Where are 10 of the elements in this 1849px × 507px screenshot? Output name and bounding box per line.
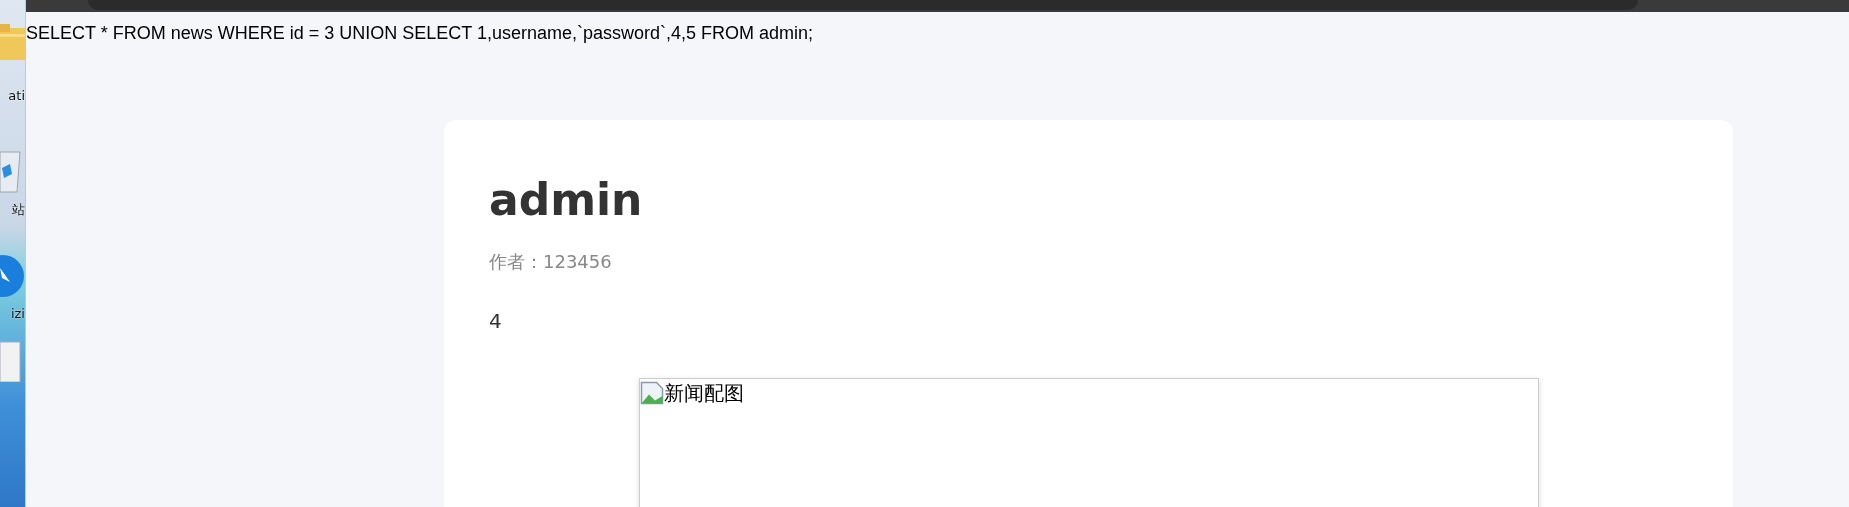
article-body-text: 4: [489, 308, 503, 334]
desktop-icon-label: 站: [12, 202, 25, 218]
article-author: 作者：123456: [489, 250, 613, 274]
desktop-icon-label: izi: [10, 306, 25, 322]
broken-image-icon: [639, 381, 664, 405]
desktop-icon-label: ati: [8, 88, 25, 104]
app-icon[interactable]: [0, 254, 25, 300]
image-alt-text: 新闻配图: [663, 380, 744, 407]
article-title: admin: [489, 173, 644, 227]
sql-query-text: SELECT * FROM news WHERE id = 3 UNION SELECT 1,username,`password`,4,5 FROM admin;: [26, 22, 814, 44]
